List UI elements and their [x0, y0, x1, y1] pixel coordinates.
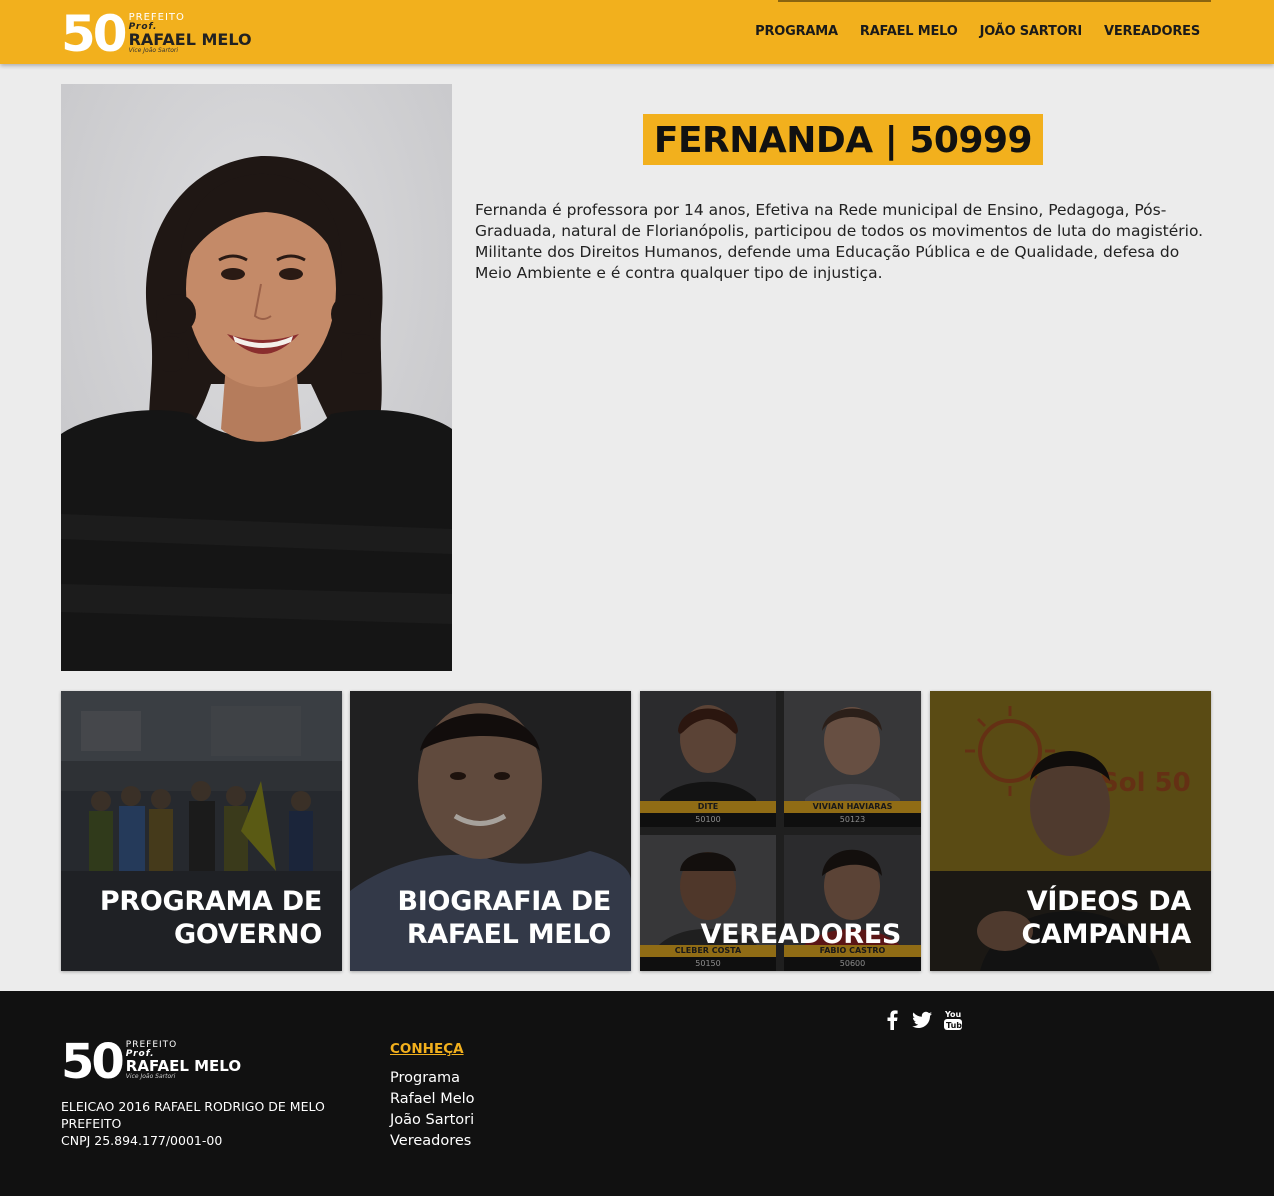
- nav-item-joao-sartori[interactable]: JOÃO SARTORI: [980, 24, 1083, 39]
- footer-link-joao-sartori[interactable]: João Sartori: [390, 1110, 475, 1131]
- twitter-icon[interactable]: [912, 1011, 932, 1033]
- card-vereadores[interactable]: DITE 50100 VIVIAN HAVIARAS 50123 CLEBER …: [640, 691, 921, 971]
- conheca-section: CONHEÇA Programa Rafael Melo João Sartor…: [390, 1041, 475, 1152]
- logo-vice: Vice João Sartori: [128, 47, 179, 54]
- card-title: VEREADORES: [700, 919, 901, 950]
- logo-name: RAFAEL MELO: [125, 1057, 242, 1075]
- footer-link-programa[interactable]: Programa: [390, 1068, 475, 1089]
- footer-link-vereadores[interactable]: Vereadores: [390, 1131, 475, 1152]
- feature-cards: PROGRAMA DE GOVERNO BIOGRAFIA DE RAFAEL …: [61, 691, 1211, 971]
- site-header: 50 PREFEITO Prof. RAFAEL MELO Vice João …: [0, 0, 1274, 64]
- nav-item-rafael-melo[interactable]: RAFAEL MELO: [860, 24, 958, 39]
- nav-item-vereadores[interactable]: VEREADORES: [1104, 24, 1200, 39]
- svg-text:Tube: Tube: [946, 1021, 962, 1030]
- legal-line: CNPJ 25.894.177/0001-00: [61, 1133, 223, 1148]
- conheca-title: CONHEÇA: [390, 1041, 464, 1057]
- logo-number: 50: [61, 5, 128, 63]
- card-biografia-rafael-melo[interactable]: BIOGRAFIA DE RAFAEL MELO: [350, 691, 631, 971]
- legal-line: PREFEITO: [61, 1116, 122, 1131]
- site-footer: 50 PREFEITO Prof. RAFAEL MELO Vice João …: [0, 991, 1274, 1196]
- card-programa-de-governo[interactable]: PROGRAMA DE GOVERNO: [61, 691, 342, 971]
- logo-vice: Vice João Sartori: [125, 1073, 176, 1080]
- candidate-title: FERNANDA | 50999: [642, 114, 1044, 165]
- card-title: PROGRAMA DE GOVERNO: [99, 886, 322, 950]
- logo-name: RAFAEL MELO: [128, 30, 252, 49]
- card-title: VÍDEOS DA CAMPANHA: [1021, 886, 1192, 950]
- svg-text:You: You: [944, 1010, 962, 1019]
- social-links: You Tube: [884, 1009, 968, 1035]
- card-title: BIOGRAFIA DE RAFAEL MELO: [397, 886, 612, 950]
- nav-item-programa[interactable]: PROGRAMA: [755, 24, 838, 39]
- footer-link-rafael-melo[interactable]: Rafael Melo: [390, 1089, 475, 1110]
- main-nav: PROGRAMA RAFAEL MELO JOÃO SARTORI VEREAD…: [755, 24, 1200, 39]
- candidate-bio: Fernanda é professora por 14 anos, Efeti…: [475, 201, 1204, 282]
- footer-logo[interactable]: 50 PREFEITO Prof. RAFAEL MELO Vice João …: [61, 1038, 241, 1086]
- legal-line: ELEICAO 2016 RAFAEL RODRIGO DE MELO: [61, 1099, 325, 1114]
- card-videos-da-campanha[interactable]: Sol 50 VÍDEOS DA CAMPANHA: [930, 691, 1211, 971]
- legal-info: ELEICAO 2016 RAFAEL RODRIGO DE MELO PREF…: [61, 1098, 331, 1149]
- nav-top-divider: [778, 0, 1211, 2]
- facebook-icon[interactable]: [884, 1010, 900, 1034]
- youtube-icon[interactable]: You Tube: [944, 1009, 968, 1035]
- candidate-photo: [61, 84, 452, 671]
- logo-number: 50: [61, 1034, 125, 1090]
- header-logo[interactable]: 50 PREFEITO Prof. RAFAEL MELO Vice João …: [61, 9, 252, 59]
